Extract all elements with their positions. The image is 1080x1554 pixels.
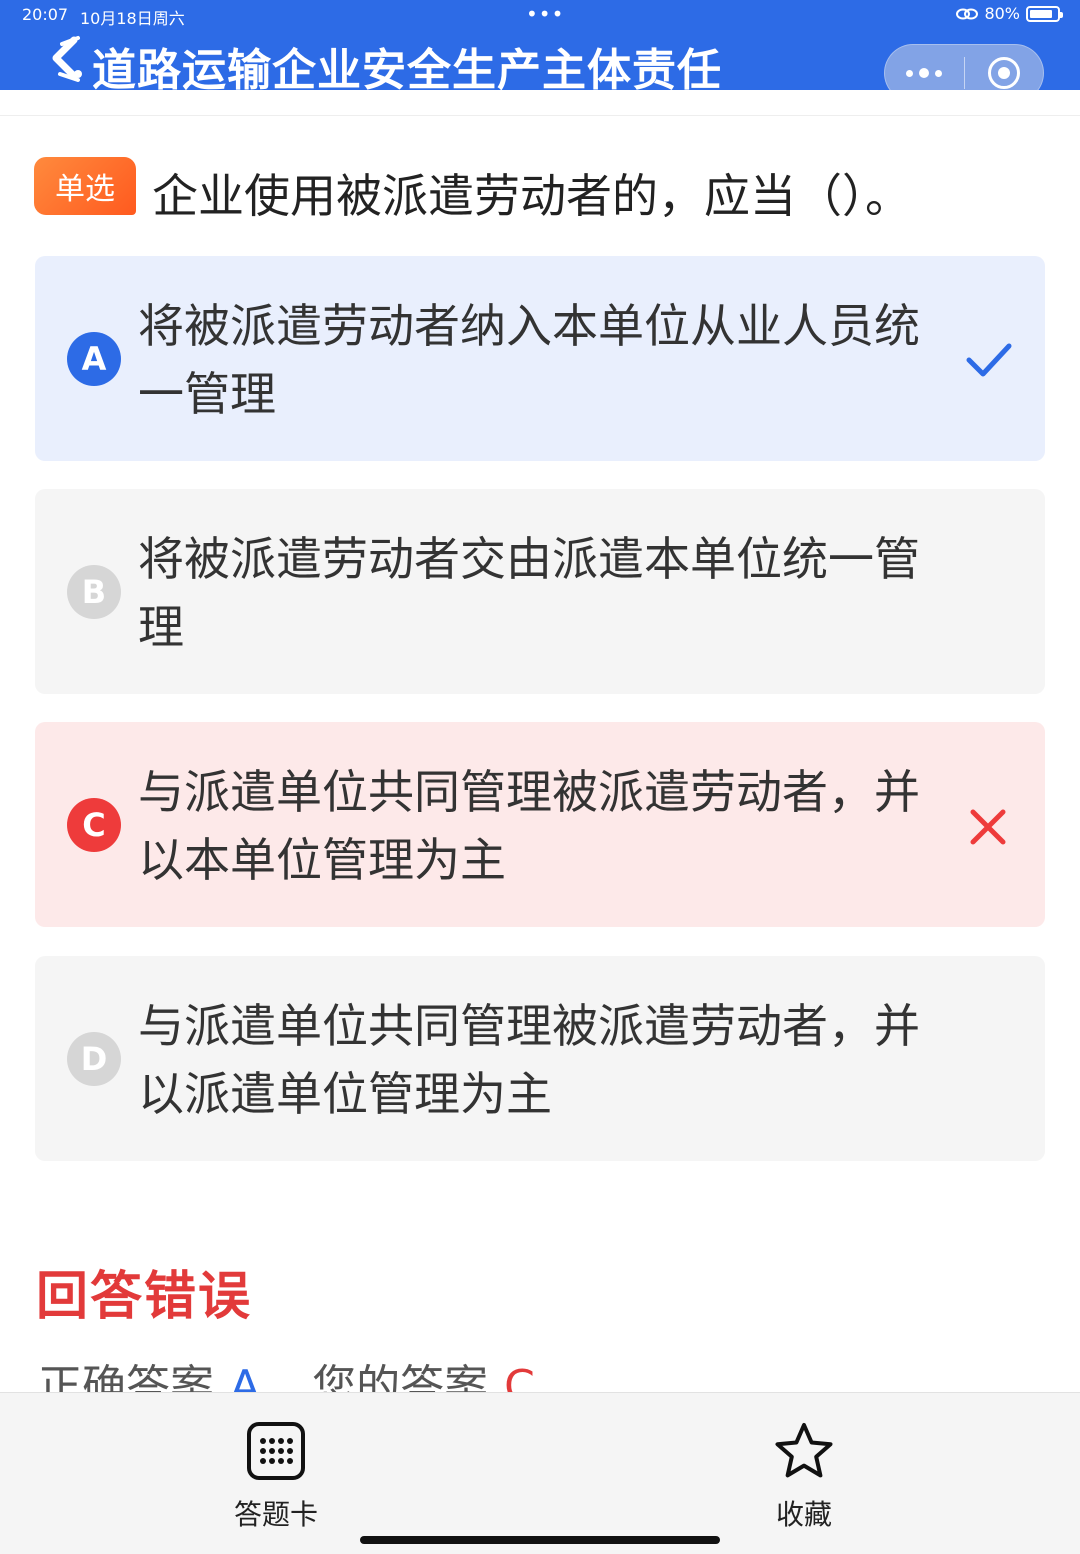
multitask-dots[interactable]: •••: [526, 2, 564, 26]
favorite-button[interactable]: 收藏: [704, 1393, 904, 1533]
home-indicator[interactable]: [360, 1536, 720, 1544]
option-letter: A: [67, 332, 121, 386]
status-date: 10月18日周六: [80, 9, 185, 28]
your-answer-label: 您的答案: [312, 1361, 489, 1394]
status-time: 20:07: [22, 5, 69, 24]
quiz-page: 20:07 10月18日周六 ••• 80% 道路运输企业安全生产主体责任 单选…: [0, 0, 1080, 1554]
answer-summary: 正确答案 A 您的答案 C: [38, 1350, 535, 1394]
correct-answer-label: 正确答案: [38, 1361, 214, 1394]
result-title: 回答错误: [36, 1267, 253, 1327]
battery-percent: 80%: [984, 4, 1020, 23]
option-letter: B: [67, 565, 121, 619]
back-icon[interactable]: [48, 34, 88, 84]
option-text: 将被派遣劳动者纳入本单位从业人员统一管理: [138, 299, 920, 421]
option-b[interactable]: B 将被派遣劳动者交由派遣本单位统一管理: [35, 489, 1045, 694]
option-d[interactable]: D 与派遣单位共同管理被派遣劳动者，并以派遣单位管理为主: [35, 956, 1045, 1161]
more-dots-icon: [906, 68, 943, 78]
bottom-toolbar: 答题卡 收藏: [0, 1392, 1080, 1554]
option-letter: D: [67, 1032, 121, 1086]
answer-card-grid-icon: [247, 1422, 305, 1480]
option-c[interactable]: C 与派遣单位共同管理被派遣劳动者，并以本单位管理为主: [35, 722, 1045, 927]
favorite-label: 收藏: [775, 1498, 832, 1531]
option-letter: C: [67, 798, 121, 852]
status-right: 80%: [956, 4, 1063, 23]
header-bar: 20:07 10月18日周六 ••• 80% 道路运输企业安全生产主体责任: [0, 0, 1080, 102]
record-icon: [987, 57, 1020, 89]
header-divider: [0, 90, 1080, 116]
correct-answer-value: A: [230, 1361, 261, 1394]
battery-icon: [1026, 5, 1063, 22]
link-icon: [956, 8, 979, 19]
option-a[interactable]: A 将被派遣劳动者纳入本单位从业人员统一管理: [35, 256, 1045, 461]
star-icon: [775, 1423, 833, 1478]
option-text: 与派遣单位共同管理被派遣劳动者，并以本单位管理为主: [138, 765, 920, 887]
option-text: 将被派遣劳动者交由派遣本单位统一管理: [138, 532, 920, 654]
check-icon: [966, 343, 1012, 377]
your-answer-value: C: [504, 1361, 535, 1394]
option-text: 与派遣单位共同管理被派遣劳动者，并以派遣单位管理为主: [138, 999, 920, 1121]
cross-icon: [970, 809, 1006, 845]
answer-card-label: 答题卡: [233, 1498, 318, 1531]
page-title: 道路运输企业安全生产主体责任: [92, 45, 722, 96]
question-text: 企业使用被派遣劳动者的，应当（）。: [152, 169, 911, 223]
answer-card-button[interactable]: 答题卡: [176, 1393, 376, 1533]
question-type-badge: 单选: [34, 157, 136, 215]
